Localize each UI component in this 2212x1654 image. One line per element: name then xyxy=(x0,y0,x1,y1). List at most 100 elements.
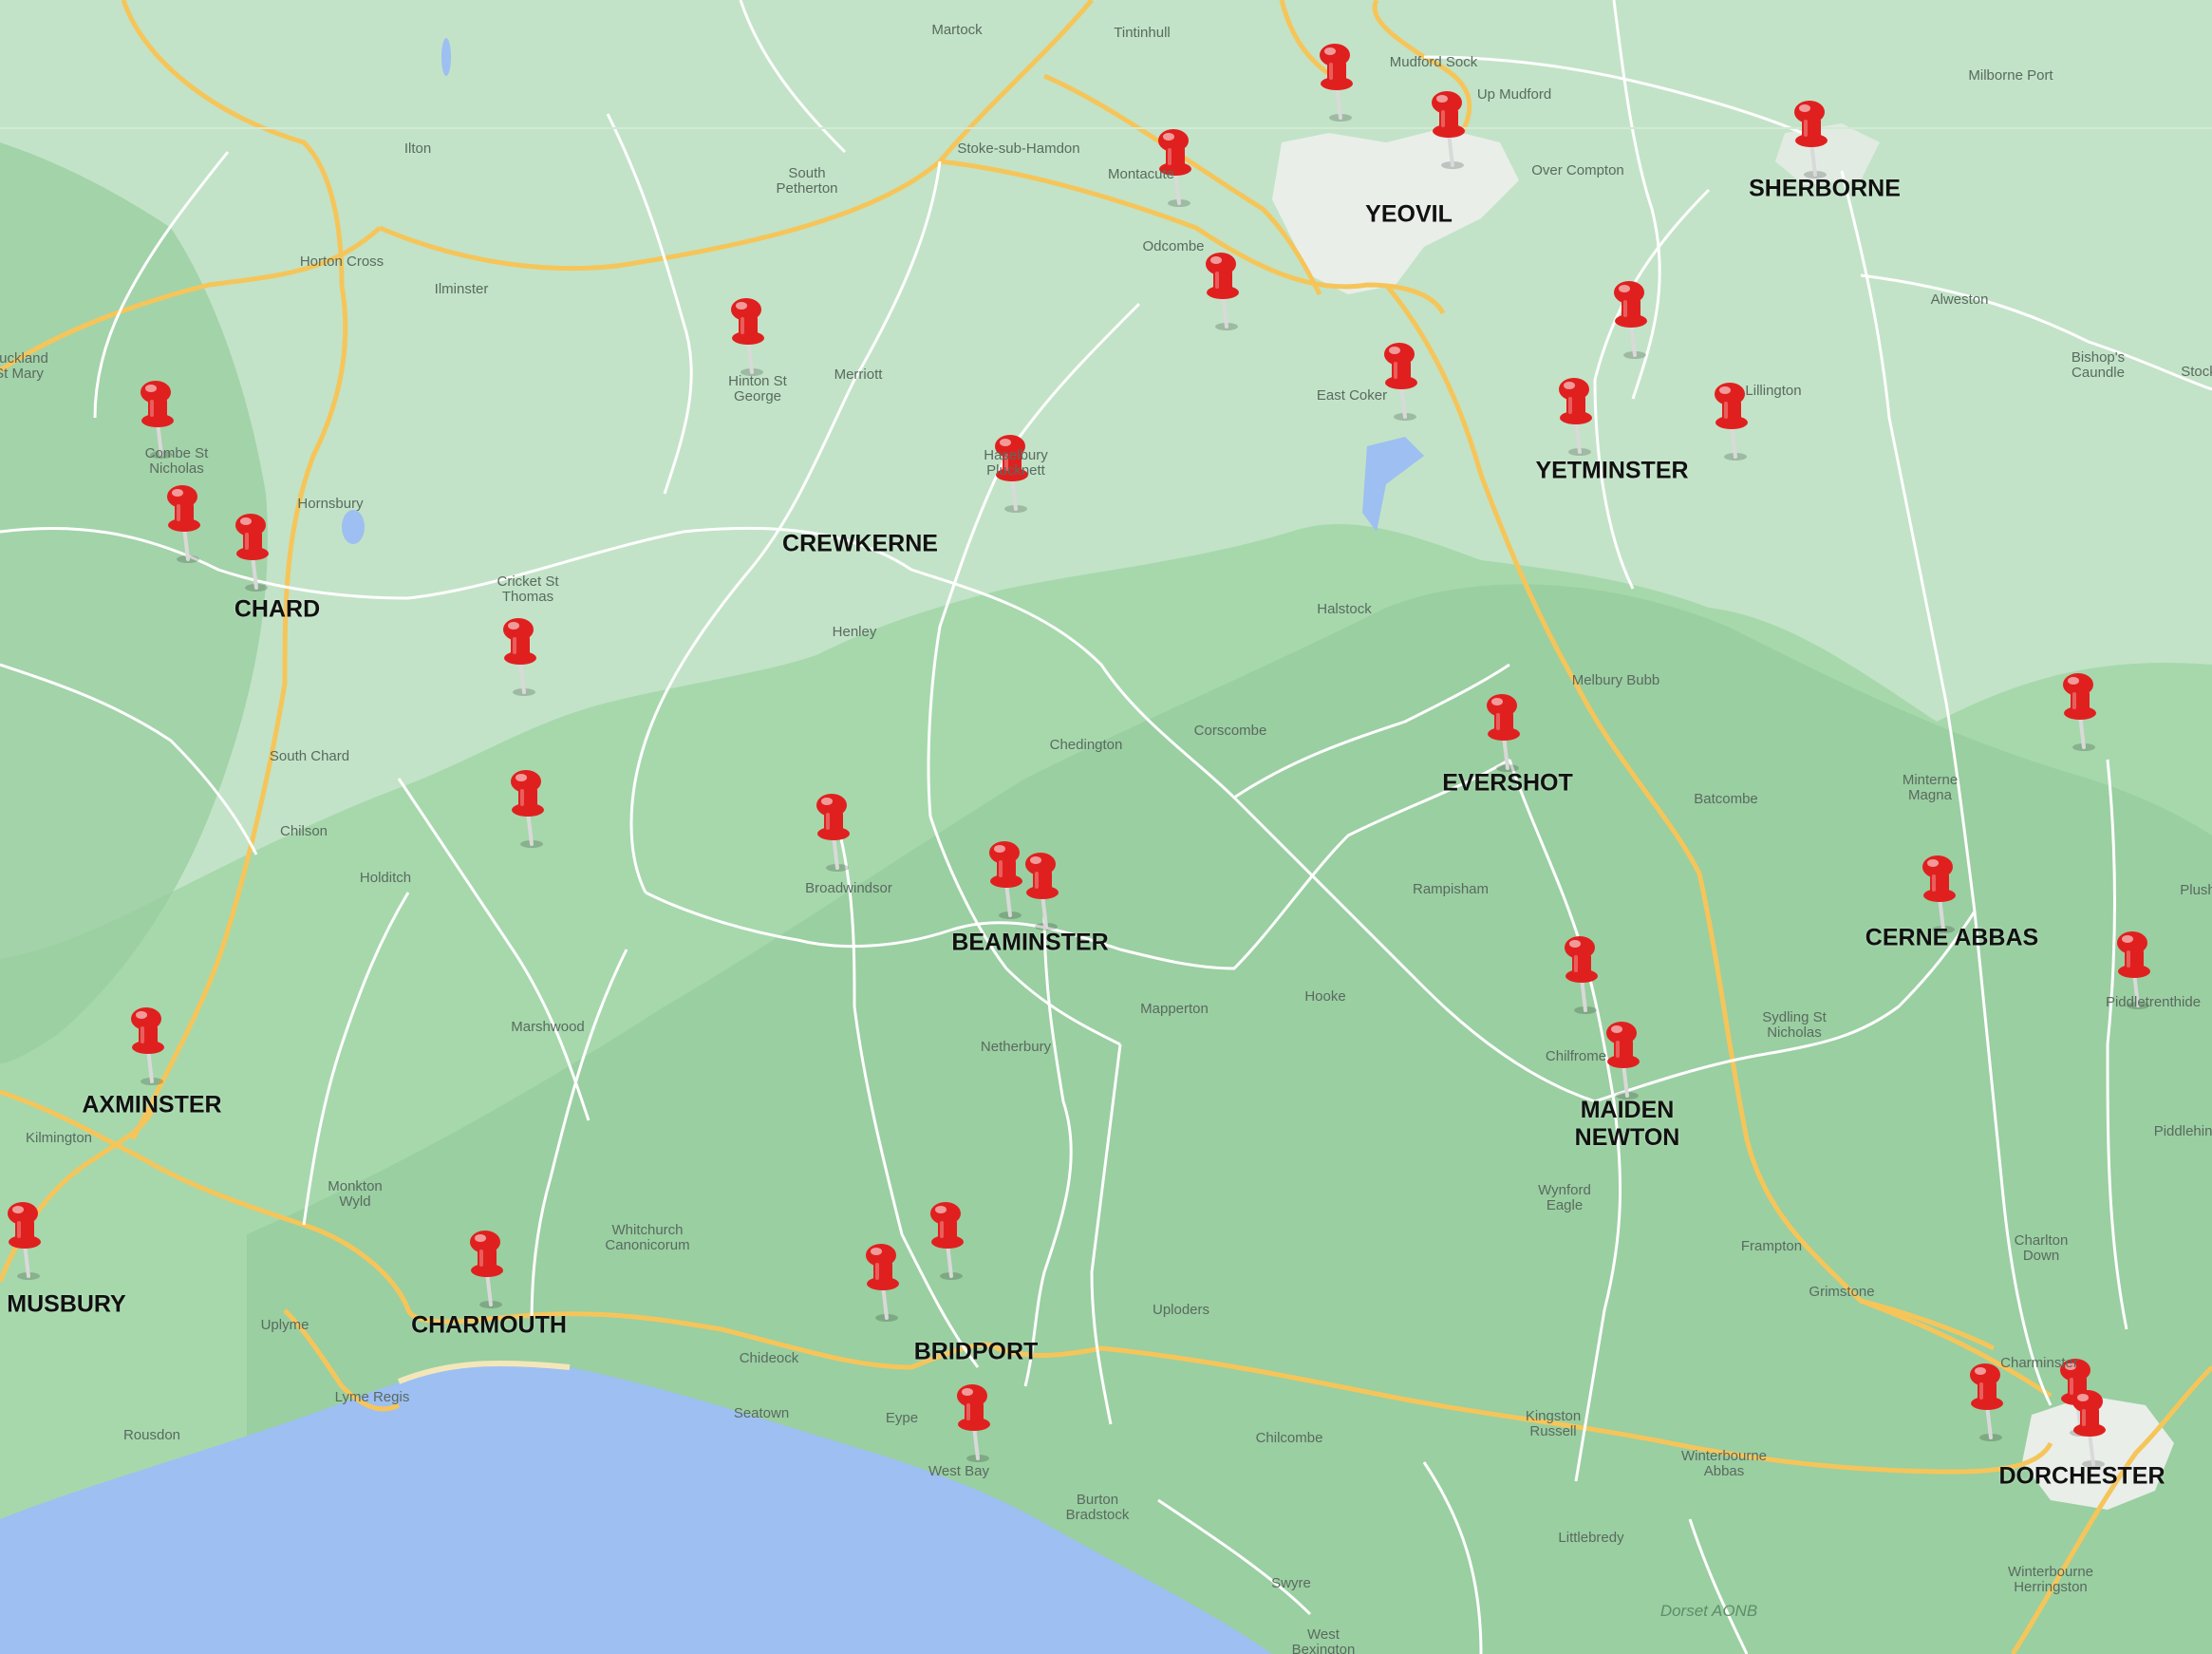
place-cricket-st-thomas: Cricket St Thomas xyxy=(497,573,559,605)
town-bridport: BRIDPORT xyxy=(913,1338,1039,1365)
place-hooke: Hooke xyxy=(1304,988,1346,1005)
place-corscombe: Corscombe xyxy=(1193,723,1267,739)
place-merriott: Merriott xyxy=(834,367,883,383)
place-holditch: Holditch xyxy=(359,870,412,886)
place-chilcombe: Chilcombe xyxy=(1255,1430,1323,1446)
place-rousdon: Rousdon xyxy=(122,1427,181,1443)
place-rampisham: Rampisham xyxy=(1412,881,1490,897)
place-sydling-st-nicholas: Sydling St Nicholas xyxy=(1762,1009,1827,1041)
place-broadwindsor: Broadwindsor xyxy=(805,880,892,896)
place-tintinhull: Tintinhull xyxy=(1114,25,1171,41)
place-stoke-sub-hamdon: Stoke-sub-Hamdon xyxy=(957,141,1080,157)
place-piddletrenthide: Piddletrenthide xyxy=(2105,994,2202,1010)
map-canvas[interactable]: Martock Tintinhull Mudford Sock Up Mudfo… xyxy=(0,0,2212,1654)
place-batcombe: Batcombe xyxy=(1694,791,1758,807)
place-wynford-eagle: Wynford Eagle xyxy=(1538,1182,1591,1213)
place-monkton-wyld: Monkton Wyld xyxy=(328,1178,383,1210)
place-chilson: Chilson xyxy=(279,823,328,839)
place-frampton: Frampton xyxy=(1740,1238,1803,1254)
map-pin-icon[interactable] xyxy=(805,788,866,874)
place-haselbury-plucknett: Haselbury Plucknett xyxy=(984,447,1048,479)
map-pin-icon[interactable] xyxy=(120,1002,180,1087)
place-minterne-magna: Minterne Magna xyxy=(1902,772,1959,803)
place-kingston-russell: Kingston Russell xyxy=(1525,1408,1582,1439)
map-pin-icon[interactable] xyxy=(156,479,216,565)
map-pin-icon[interactable] xyxy=(499,764,560,850)
place-hornsbury: Hornsbury xyxy=(297,496,364,512)
place-martock: Martock xyxy=(931,22,983,38)
place-melbury-bubb: Melbury Bubb xyxy=(1571,672,1660,688)
town-yeovil: YEOVIL xyxy=(1365,200,1453,228)
place-kilmington: Kilmington xyxy=(25,1130,93,1146)
place-lyme-regis: Lyme Regis xyxy=(334,1389,410,1405)
town-sherborne: SHERBORNE xyxy=(1749,175,1901,202)
place-lillington: Lillington xyxy=(1745,383,1802,399)
place-chideock: Chideock xyxy=(739,1350,799,1366)
place-west-bexington: West Bexington xyxy=(1291,1626,1356,1654)
map-pin-icon[interactable] xyxy=(1547,372,1608,458)
place-milborne-port: Milborne Port xyxy=(1968,67,2053,84)
place-whitchurch-canonicorum: Whitchurch Canonicorum xyxy=(605,1222,690,1253)
map-pin-icon[interactable] xyxy=(1014,847,1075,932)
map-pin-icon[interactable] xyxy=(919,1196,980,1282)
place-netherbury: Netherbury xyxy=(980,1039,1052,1055)
place-hinton-st-george: Hinton St George xyxy=(728,373,787,404)
place-chilfrome: Chilfrome xyxy=(1545,1048,1607,1064)
place-odcombe: Odcombe xyxy=(1142,238,1205,254)
place-south-chard: South Chard xyxy=(269,748,350,764)
place-ilminster: Ilminster xyxy=(434,281,489,297)
map-pin-icon[interactable] xyxy=(224,508,285,593)
place-uplyme: Uplyme xyxy=(260,1317,309,1333)
place-henley: Henley xyxy=(832,624,877,640)
place-piddlehinton: Piddlehinton xyxy=(2153,1123,2212,1139)
place-marshwood: Marshwood xyxy=(511,1019,585,1035)
place-combe-st-nicholas: Combe St Nicholas xyxy=(144,445,209,477)
map-pin-icon[interactable] xyxy=(1475,688,1536,774)
place-swyre: Swyre xyxy=(1271,1575,1311,1591)
place-uploders: Uploders xyxy=(1152,1302,1210,1318)
map-pin-icon[interactable] xyxy=(1194,247,1255,332)
map-pin-icon[interactable] xyxy=(492,612,553,698)
place-plush: Plush xyxy=(2180,882,2212,898)
town-cerne-abbas: CERNE ABBAS xyxy=(1865,924,2039,951)
place-eype: Eype xyxy=(885,1410,919,1426)
map-pin-icon[interactable] xyxy=(459,1225,519,1310)
place-up-mudford: Up Mudford xyxy=(1476,86,1552,103)
map-pin-icon[interactable] xyxy=(946,1379,1006,1464)
place-montacute: Montacute xyxy=(1107,166,1175,182)
place-burton-bradstock: Burton Bradstock xyxy=(1065,1492,1130,1523)
place-bishops-caundle: Bishop's Caundle xyxy=(2071,349,2126,381)
place-dorset-aonb: Dorset AONB xyxy=(1659,1602,1758,1620)
map-pin-icon[interactable] xyxy=(1603,275,1663,361)
map-pin-icon[interactable] xyxy=(1308,38,1369,123)
map-pin-icon[interactable] xyxy=(1783,95,1844,180)
pond xyxy=(342,510,365,544)
map-pin-icon[interactable] xyxy=(2052,667,2112,753)
town-yetminster: YETMINSTER xyxy=(1535,457,1689,484)
place-chedington: Chedington xyxy=(1049,737,1123,753)
map-pin-icon[interactable] xyxy=(854,1238,915,1324)
map-pin-icon[interactable] xyxy=(2061,1384,2122,1470)
map-base-layer xyxy=(0,0,2212,1654)
town-beaminster: BEAMINSTER xyxy=(951,929,1109,956)
place-seatown: Seatown xyxy=(733,1405,790,1421)
town-chard: CHARD xyxy=(234,595,321,623)
map-pin-icon[interactable] xyxy=(0,1196,57,1282)
map-pin-icon[interactable] xyxy=(1553,930,1614,1016)
place-mapperton: Mapperton xyxy=(1140,1001,1209,1017)
place-alweston: Alweston xyxy=(1930,291,1989,308)
place-buckland-st-mary: Buckland St Mary xyxy=(0,350,48,382)
pond-2 xyxy=(441,38,451,76)
place-mudford-sock: Mudford Sock xyxy=(1389,54,1478,70)
town-charmouth: CHARMOUTH xyxy=(411,1311,567,1339)
place-ilton: Ilton xyxy=(403,141,432,157)
town-dorchester: DORCHESTER xyxy=(1998,1462,2165,1490)
place-littlebredy: Littlebredy xyxy=(1558,1530,1624,1546)
town-evershot: EVERSHOT xyxy=(1442,769,1573,797)
map-pin-icon[interactable] xyxy=(720,292,780,378)
place-winterbourne-herringston: Winterbourne Herringston xyxy=(2007,1564,2094,1595)
place-over-compton: Over Compton xyxy=(1531,162,1624,179)
map-pin-icon[interactable] xyxy=(1420,85,1481,171)
map-pin-icon[interactable] xyxy=(1373,337,1434,423)
map-pin-icon[interactable] xyxy=(1911,850,1972,935)
